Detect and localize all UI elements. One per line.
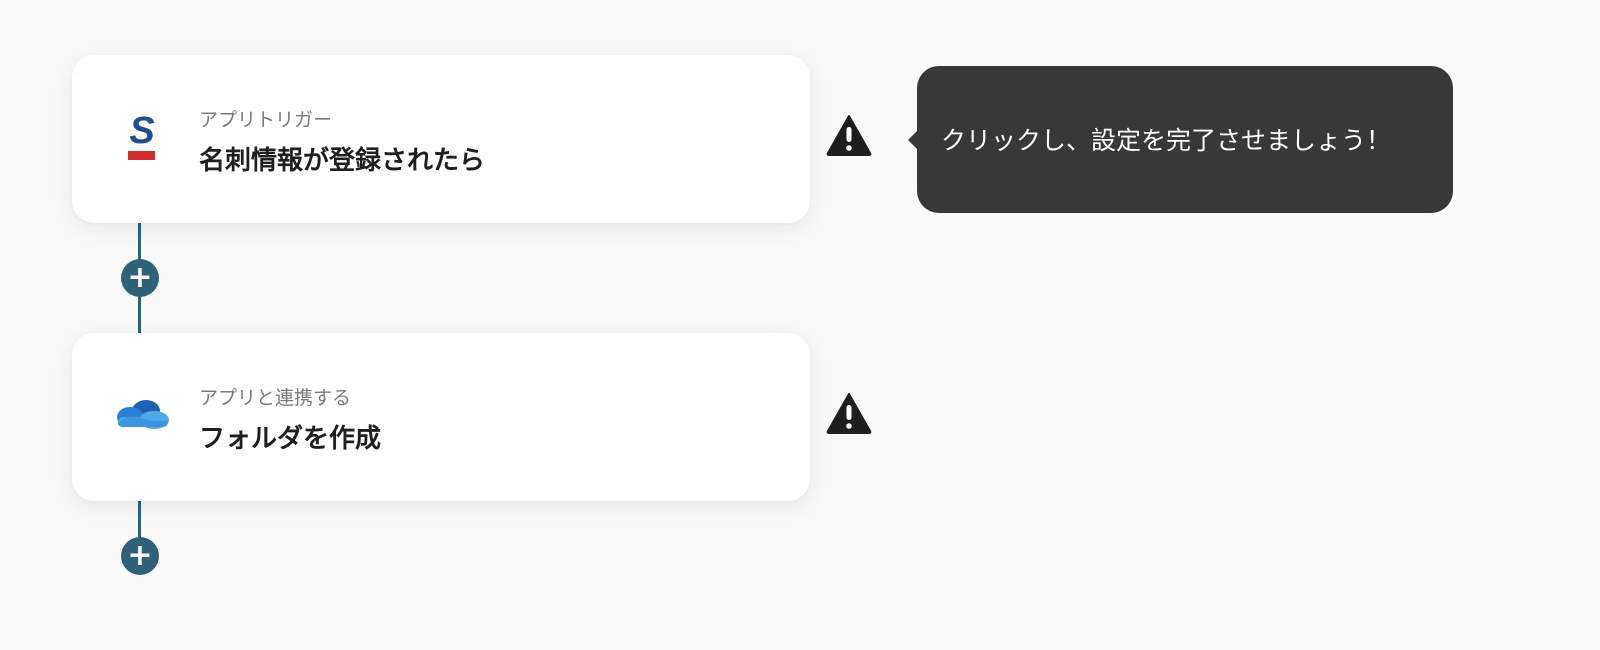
add-step-button[interactable]: + [121, 537, 159, 575]
warning-triangle-icon[interactable] [825, 113, 873, 157]
step-title: 名刺情報が登録されたら [199, 146, 486, 176]
tooltip-arrow [908, 130, 918, 150]
tooltip-text: クリックし、設定を完了させましょう！ [941, 126, 1392, 155]
step-type-label: アプリと連携する [199, 387, 352, 409]
setup-hint-tooltip: クリックし、設定を完了させましょう！ [908, 66, 1453, 213]
flow-connector-line [138, 500, 141, 540]
add-step-button[interactable]: + [121, 259, 159, 297]
sansan-logo-icon: S [110, 105, 174, 169]
flow-step-card-trigger[interactable]: S アプリトリガー 名刺情報が登録されたら [72, 55, 810, 223]
onedrive-cloud-icon [110, 383, 174, 447]
plus-icon: + [127, 260, 153, 295]
warning-triangle-icon[interactable] [825, 391, 873, 435]
step-title: フォルダを作成 [199, 424, 382, 454]
step-type-label: アプリトリガー [199, 109, 333, 131]
plus-icon: + [127, 538, 153, 573]
svg-text:S: S [129, 110, 154, 152]
flow-step-card-action[interactable]: アプリと連携する フォルダを作成 [72, 333, 810, 501]
